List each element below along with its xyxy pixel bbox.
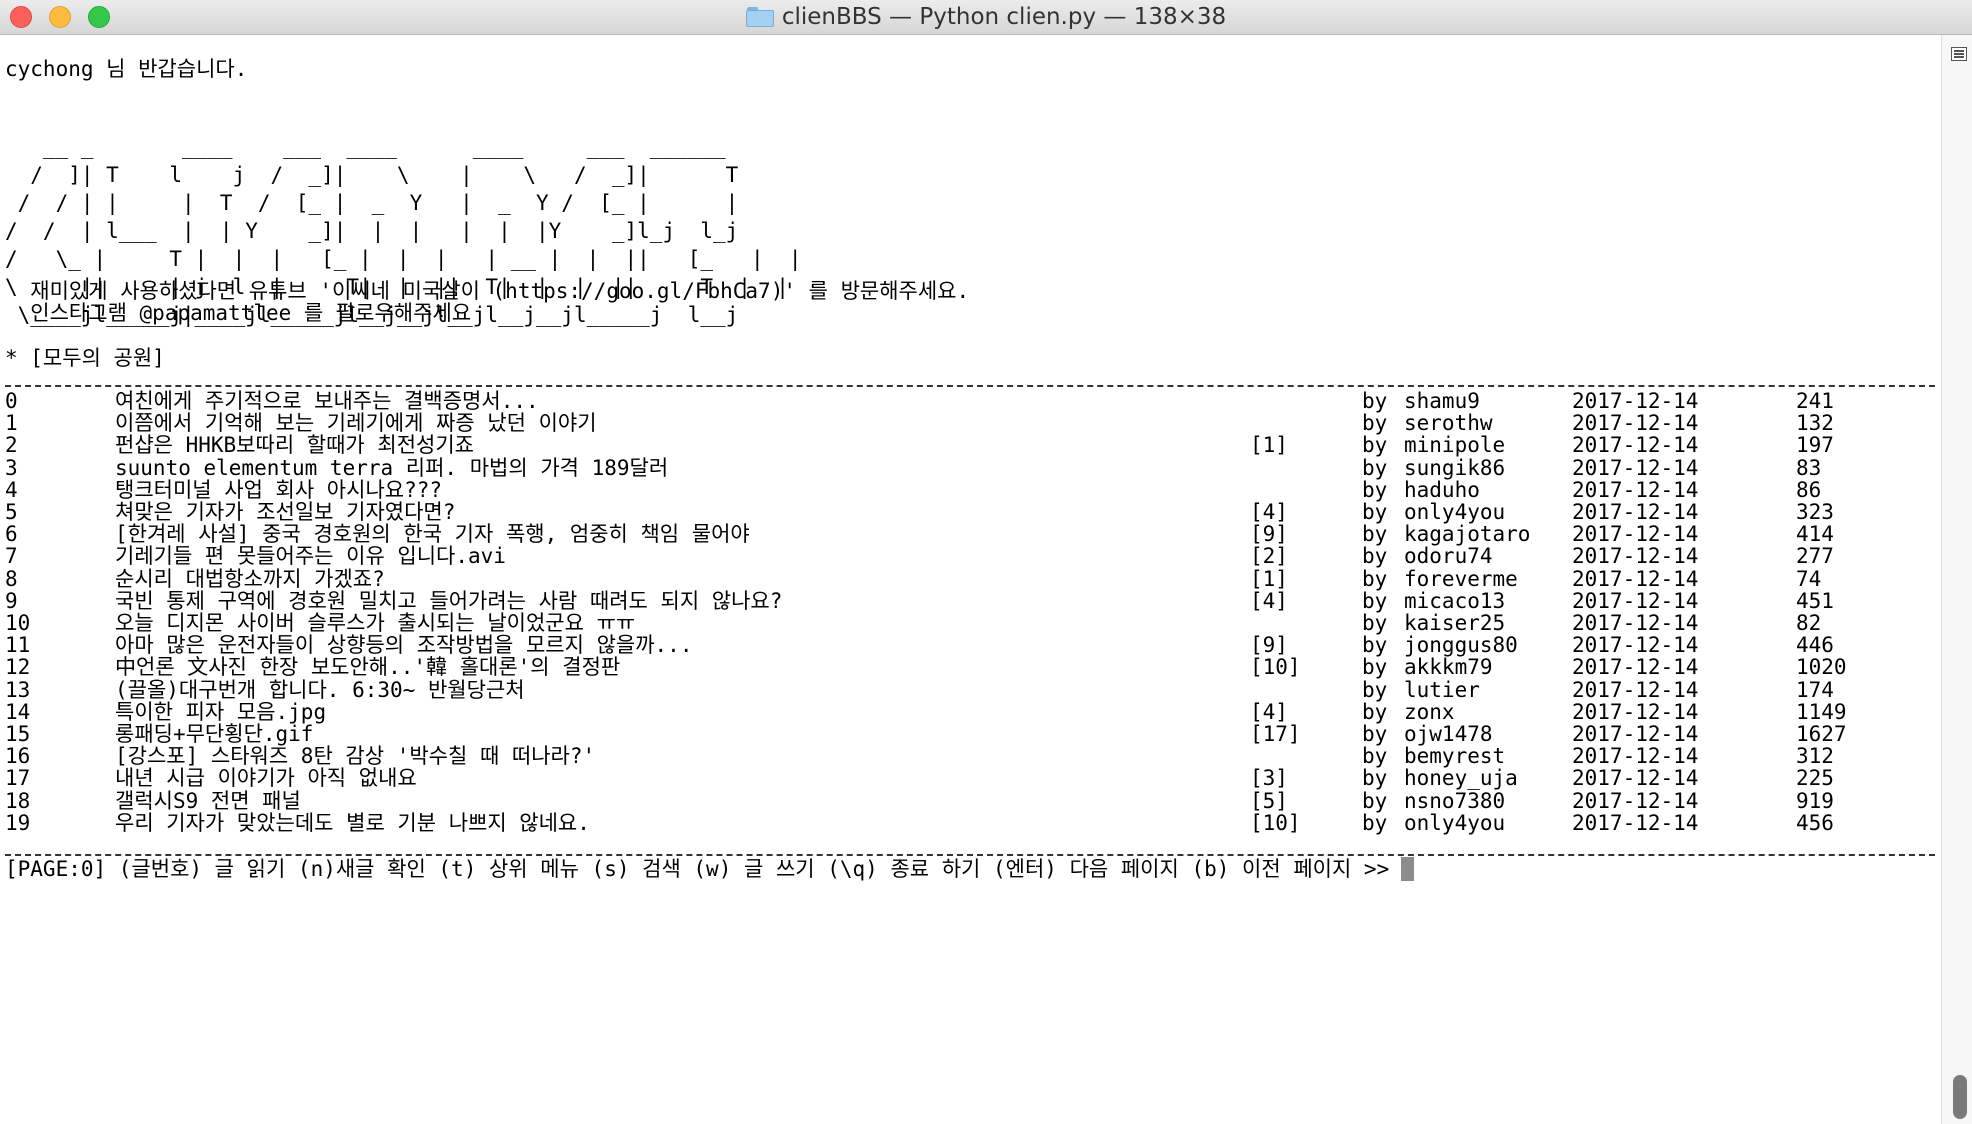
post-author: only4you bbox=[1404, 810, 1506, 835]
view-count: 456 bbox=[1796, 810, 1834, 835]
vertical-scrollbar[interactable] bbox=[1941, 35, 1972, 1124]
command-prompt[interactable]: [PAGE:0] (글번호) 글 읽기 (n)새글 확인 (t) 상위 메뉴 (… bbox=[5, 855, 1415, 883]
terminal-window: clienBBS — Python clien.py — 138×38 cych… bbox=[0, 0, 1972, 1124]
window-title-area: clienBBS — Python clien.py — 138×38 bbox=[0, 0, 1972, 34]
scrollbar-thumb[interactable] bbox=[1953, 1075, 1967, 1119]
folder-icon bbox=[745, 7, 774, 27]
comment-count: [10] bbox=[1250, 810, 1301, 835]
menu-lines-icon[interactable] bbox=[1951, 47, 1967, 61]
prompt-text: [PAGE:0] (글번호) 글 읽기 (n)새글 확인 (t) 상위 메뉴 (… bbox=[5, 857, 1390, 881]
post-title: 우리 기자가 맞았는데도 별로 기분 나쁘지 않네요. bbox=[115, 810, 590, 835]
greeting-text: cychong 님 반갑습니다. bbox=[5, 57, 248, 81]
title-bar[interactable]: clienBBS — Python clien.py — 138×38 bbox=[0, 0, 1972, 35]
terminal-content[interactable]: cychong 님 반갑습니다. __ _ ____ ___ ____ ____… bbox=[0, 35, 1940, 1124]
post-number: 19 bbox=[5, 810, 31, 835]
board-name: * [모두의 공원] bbox=[5, 346, 165, 370]
promo-instagram-text: 인스타그램 @papamattlee 를 팔로우해주세요 bbox=[5, 301, 472, 325]
window-title: clienBBS — Python clien.py — 138×38 bbox=[781, 4, 1227, 30]
post-date: 2017-12-14 bbox=[1572, 810, 1699, 835]
post-row[interactable]: 19 우리 기자가 맞았는데도 별로 기분 나쁘지 않네요. [10] by only4… bbox=[0, 809, 1940, 837]
text-cursor bbox=[1401, 857, 1415, 881]
post-by-label: by bbox=[1362, 810, 1388, 835]
